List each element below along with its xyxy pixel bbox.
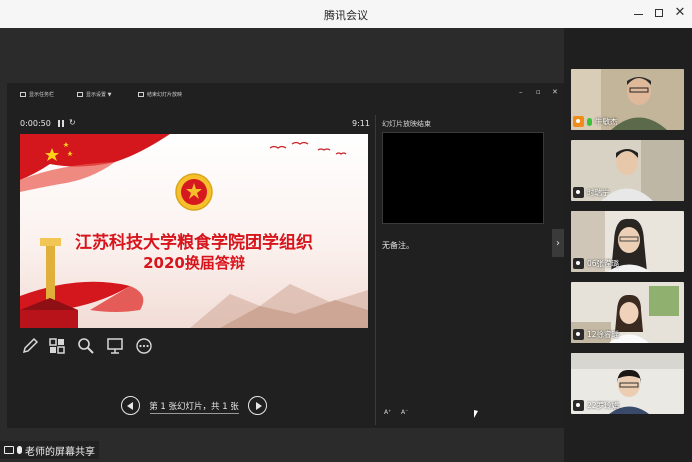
slide-counter: 第 1 张幻灯片，共 1 张 xyxy=(149,402,239,412)
display-settings-label: 显示设置 ▼ xyxy=(86,92,112,98)
presenter-restore-icon[interactable]: ▫ xyxy=(536,88,541,96)
presenter-close-icon[interactable]: ✕ xyxy=(552,88,558,96)
show-taskbar-label: 显示任务栏 xyxy=(29,92,55,98)
current-time: 9:11 xyxy=(352,119,370,128)
participant-label: 牛敏杰 xyxy=(571,115,622,128)
participant-name: 22罗玲娟 xyxy=(587,401,620,410)
participant-name: 12徐睿瑶 xyxy=(587,330,620,339)
taskbar-icon xyxy=(20,92,26,97)
next-slide-label: 幻灯片放映结束 xyxy=(382,120,431,128)
elapsed-timer: 0:00:50 xyxy=(20,119,51,128)
display-settings-button[interactable]: 显示设置 ▼ xyxy=(77,91,111,98)
more-options-icon[interactable] xyxy=(135,337,153,355)
screen-share-label: 老师的屏幕共享 xyxy=(25,446,95,458)
slide-title-line1: 江苏科技大学粮食学院团学组织 xyxy=(75,233,313,253)
previous-slide-button[interactable] xyxy=(121,396,140,415)
participant-tile[interactable]: 时瑞宁 xyxy=(571,140,684,201)
participant-tile[interactable]: 22罗玲娟 xyxy=(571,353,684,414)
camera-icon xyxy=(573,187,584,198)
end-slideshow-icon xyxy=(138,92,144,97)
pen-icon[interactable] xyxy=(21,337,39,355)
zoom-icon[interactable] xyxy=(77,337,95,355)
screen-share-area: 显示任务栏 显示设置 ▼ 结束幻灯片放映 – ▫ ✕ 0:00:50 ↻ 9:1… xyxy=(0,28,564,462)
increase-font-button[interactable]: A⁺ xyxy=(384,409,391,416)
camera-icon xyxy=(573,329,584,340)
speaker-notes: 无备注。 xyxy=(382,241,414,250)
chevron-right-icon: › xyxy=(556,237,560,249)
all-slides-icon[interactable] xyxy=(48,337,66,355)
participant-list: 牛敏杰 时瑞宁 06张滢璐 12徐睿瑶 22罗玲娟 xyxy=(564,28,692,462)
end-slideshow-label: 结束幻灯片放映 xyxy=(147,92,183,98)
close-button[interactable]: ✕ xyxy=(673,6,687,20)
participant-label: 时瑞宁 xyxy=(571,186,614,199)
decrease-font-button[interactable]: A⁻ xyxy=(401,409,408,416)
slide-counter-underline xyxy=(150,413,239,414)
current-slide: 江苏科技大学粮食学院团学组织 2020换届答辩 xyxy=(20,134,368,328)
end-slideshow-button[interactable]: 结束幻灯片放映 xyxy=(138,91,182,98)
window-title: 腾讯会议 xyxy=(324,9,368,22)
show-taskbar-button[interactable]: 显示任务栏 xyxy=(20,91,54,98)
display-settings-icon xyxy=(77,92,83,97)
microphone-active-icon xyxy=(587,117,592,126)
camera-icon xyxy=(573,400,584,411)
pane-divider[interactable] xyxy=(375,115,376,425)
slide-title-line2: 2020换届答辩 xyxy=(143,254,245,272)
participant-name: 时瑞宁 xyxy=(587,188,610,197)
participant-label: 22罗玲娟 xyxy=(571,399,623,412)
minimize-button[interactable] xyxy=(631,6,645,20)
participant-label: 12徐睿瑶 xyxy=(571,328,623,341)
presenter-minimize-icon[interactable]: – xyxy=(519,88,523,96)
camera-icon xyxy=(573,116,584,127)
participant-tile[interactable]: 牛敏杰 xyxy=(571,69,684,130)
restart-timer-icon[interactable]: ↻ xyxy=(69,118,76,127)
camera-icon xyxy=(573,258,584,269)
participant-name: 牛敏杰 xyxy=(595,117,618,126)
next-slide-preview xyxy=(382,132,544,224)
presenter-view: 显示任务栏 显示设置 ▼ 结束幻灯片放映 – ▫ ✕ 0:00:50 ↻ 9:1… xyxy=(7,83,564,428)
maximize-icon xyxy=(655,9,663,17)
close-icon: ✕ xyxy=(674,5,686,20)
participant-name: 06张滢璐 xyxy=(587,259,620,268)
pause-icon[interactable] xyxy=(58,120,64,127)
participant-tile[interactable]: 12徐睿瑶 xyxy=(571,282,684,343)
mouse-cursor-icon xyxy=(474,410,478,418)
screen-blackout-icon[interactable] xyxy=(106,337,124,355)
title-bar: 腾讯会议 ✕ xyxy=(0,0,692,28)
presenter-toolbar: 显示任务栏 显示设置 ▼ 结束幻灯片放映 – ▫ ✕ xyxy=(7,83,564,109)
participant-label: 06张滢璐 xyxy=(571,257,623,270)
microphone-icon xyxy=(17,446,22,454)
next-slide-button[interactable] xyxy=(248,396,267,415)
collapse-sidebar-button[interactable]: › xyxy=(552,229,564,257)
minimize-icon xyxy=(633,13,643,15)
maximize-button[interactable] xyxy=(652,6,666,20)
screen-share-indicator: 老师的屏幕共享 xyxy=(0,441,99,459)
screen-share-icon xyxy=(4,446,14,454)
participant-tile[interactable]: 06张滢璐 xyxy=(571,211,684,272)
